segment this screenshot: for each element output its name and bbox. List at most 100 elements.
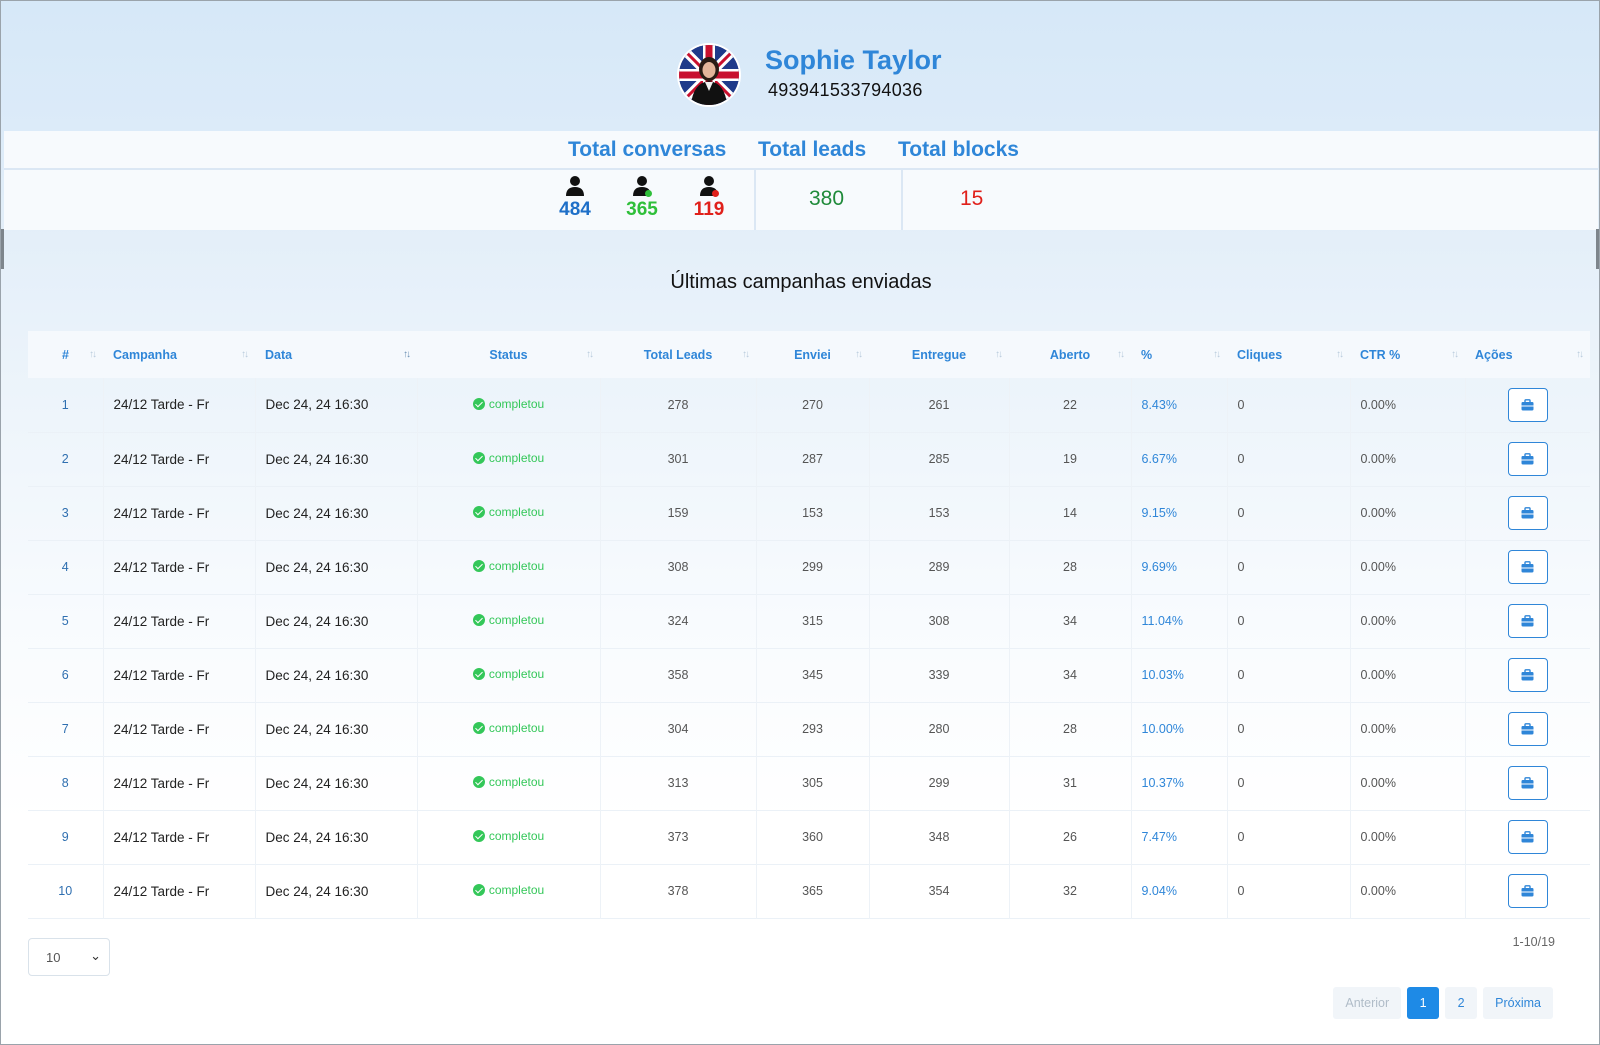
- campaigns-table: # ↑↓ Campanha ↑↓ Data ↑↓ Status ↑↓ Total Lea…: [28, 331, 1590, 919]
- sort-icon: ↑↓: [586, 349, 594, 360]
- col-data[interactable]: Data ↑↓: [255, 331, 417, 378]
- status-text: completou: [488, 613, 545, 627]
- cell-ctr: 0.00%: [1350, 540, 1466, 594]
- conversas-positive-value: 365: [626, 199, 658, 220]
- avatar: [679, 45, 739, 105]
- pagination: Anterior 1 2 Próxima: [1333, 987, 1553, 1019]
- sort-icon: ↑↓: [1451, 349, 1459, 360]
- cell-aberto: 19: [1009, 432, 1132, 486]
- status-text: completou: [488, 721, 545, 735]
- sort-icon: ↑↓: [742, 349, 750, 360]
- col-status[interactable]: Status ↑↓: [417, 331, 600, 378]
- cell-entregue: 153: [869, 486, 1010, 540]
- actions-cell: [1465, 864, 1590, 918]
- cell-ctr: 0.00%: [1350, 648, 1466, 702]
- col-percent[interactable]: % ↑↓: [1131, 331, 1227, 378]
- col-entregue[interactable]: Entregue ↑↓: [869, 331, 1009, 378]
- briefcase-icon: [1521, 398, 1534, 411]
- sort-active-icon: ↑↓: [403, 349, 411, 360]
- cell-data: Dec 24, 24 16:30: [255, 648, 418, 702]
- cell-data: Dec 24, 24 16:30: [255, 702, 418, 756]
- row-action-button[interactable]: [1507, 496, 1548, 530]
- actions-cell: [1465, 702, 1590, 756]
- page-size-select[interactable]: 10 ⌄: [28, 938, 110, 976]
- cell-campanha: 24/12 Tarde - Fr: [103, 810, 256, 864]
- status-text: completou: [488, 396, 545, 411]
- row-action-button[interactable]: [1507, 766, 1548, 800]
- briefcase-icon: [1521, 453, 1534, 465]
- scrollbar-right[interactable]: [1596, 229, 1599, 269]
- table-row: 10 24/12 Tarde - Fr Dec 24, 24 16:30 comple…: [28, 864, 1590, 918]
- divider: [901, 170, 903, 230]
- row-action-button[interactable]: [1507, 820, 1548, 854]
- status-cell: completou: [417, 810, 601, 864]
- status-cell: completou: [417, 756, 601, 810]
- row-action-button[interactable]: [1507, 658, 1548, 692]
- cell-cliques: 0: [1227, 432, 1351, 486]
- col-acoes[interactable]: Ações ↑↓: [1465, 331, 1590, 378]
- check-circle-icon: [472, 884, 485, 896]
- cell-campanha: 24/12 Tarde - Fr: [103, 594, 256, 648]
- cell-enviei: 360: [756, 810, 870, 864]
- cell-entregue: 308: [869, 594, 1010, 648]
- total-blocks-value: 15: [960, 187, 984, 210]
- cell-cliques: 0: [1227, 540, 1351, 594]
- cell-data: Dec 24, 24 16:30: [255, 540, 418, 594]
- cell-entregue: 261: [869, 378, 1010, 432]
- cell-ctr: 0.00%: [1350, 594, 1466, 648]
- status-cell: completou: [417, 864, 601, 918]
- cell-pct: 6.67%: [1131, 432, 1228, 486]
- check-circle-icon: [472, 776, 485, 788]
- cell-entregue: 339: [869, 648, 1010, 702]
- row-action-button[interactable]: [1507, 874, 1548, 908]
- cell-enviei: 153: [756, 486, 870, 540]
- cell-aberto: 26: [1009, 810, 1132, 864]
- status-text: completou: [488, 883, 545, 897]
- status-text: completou: [488, 505, 545, 519]
- table-row: 8 24/12 Tarde - Fr Dec 24, 24 16:30 complet…: [28, 756, 1590, 810]
- cell-n: 8: [28, 756, 104, 810]
- sort-icon: ↑↓: [1213, 349, 1221, 360]
- prev-page-button[interactable]: Anterior: [1333, 987, 1402, 1019]
- status-cell: completou: [417, 540, 601, 594]
- cell-campanha: 24/12 Tarde - Fr: [103, 378, 256, 432]
- user-name: Sophie Taylor: [765, 45, 942, 75]
- col-campanha[interactable]: Campanha ↑↓: [103, 331, 255, 378]
- cell-aberto: 28: [1009, 702, 1132, 756]
- cell-campanha: 24/12 Tarde - Fr: [103, 702, 256, 756]
- cell-ctr: 0.00%: [1350, 432, 1466, 486]
- cell-enviei: 287: [756, 432, 870, 486]
- next-page-button[interactable]: Próxima: [1483, 987, 1553, 1019]
- col-total-leads[interactable]: Total Leads ↑↓: [600, 331, 756, 378]
- col-cliques[interactable]: Cliques ↑↓: [1227, 331, 1350, 378]
- cell-cliques: 0: [1227, 486, 1351, 540]
- cell-campanha: 24/12 Tarde - Fr: [103, 432, 256, 486]
- col-aberto[interactable]: Aberto ↑↓: [1009, 331, 1131, 378]
- cell-pct: 9.69%: [1131, 540, 1228, 594]
- conversas-negative: 119: [689, 170, 729, 221]
- row-action-button[interactable]: [1507, 387, 1548, 422]
- total-conversas-label: Total conversas: [568, 138, 727, 161]
- row-action-button[interactable]: [1507, 442, 1548, 476]
- check-circle-icon: [472, 560, 485, 572]
- user-phone: 493941533794036: [768, 80, 923, 100]
- scrollbar-left[interactable]: [1, 229, 4, 269]
- cell-data: Dec 24, 24 16:30: [255, 810, 418, 864]
- col-ctr[interactable]: CTR % ↑↓: [1350, 331, 1465, 378]
- page-2-button[interactable]: 2: [1445, 987, 1478, 1019]
- check-circle-icon: [472, 668, 485, 680]
- status-cell: completou: [417, 432, 601, 486]
- conversas-negative-value: 119: [693, 199, 725, 220]
- cell-campanha: 24/12 Tarde - Fr: [103, 864, 256, 918]
- page-1-button[interactable]: 1: [1407, 987, 1440, 1019]
- row-action-button[interactable]: [1507, 712, 1548, 746]
- cell-pct: 10.37%: [1131, 756, 1228, 810]
- sort-icon: ↑↓: [89, 349, 97, 360]
- cell-entregue: 285: [869, 432, 1010, 486]
- col-index[interactable]: # ↑↓: [28, 331, 103, 378]
- conversas-positive: 365: [622, 170, 662, 221]
- row-action-button[interactable]: [1507, 604, 1548, 638]
- col-enviei[interactable]: Enviei ↑↓: [756, 331, 869, 378]
- cell-enviei: 365: [756, 864, 870, 918]
- row-action-button[interactable]: [1507, 550, 1548, 584]
